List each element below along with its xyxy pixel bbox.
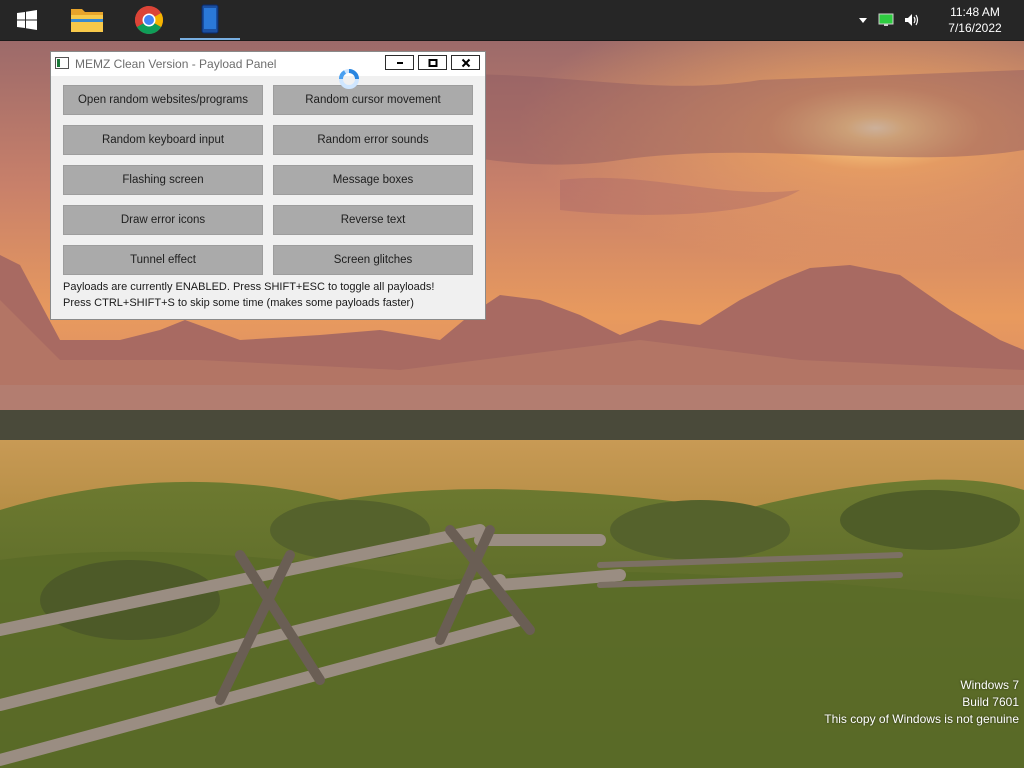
watermark-os: Windows 7 xyxy=(960,678,1019,692)
clock-date: 7/16/2022 xyxy=(948,21,1002,35)
payload-panel-window: MEMZ Clean Version - Payload Panel Open … xyxy=(50,51,486,320)
watermark-genuine-notice: This copy of Windows is not genuine xyxy=(824,712,1019,726)
taskbar-memz-app[interactable] xyxy=(180,0,240,40)
random-cursor-movement-button[interactable]: Random cursor movement xyxy=(273,85,473,115)
random-keyboard-input-button[interactable]: Random keyboard input xyxy=(63,125,263,155)
status-text-enabled: Payloads are currently ENABLED. Press SH… xyxy=(63,281,435,293)
reverse-text-button[interactable]: Reverse text xyxy=(273,205,473,235)
folder-icon xyxy=(71,9,103,32)
watermark-build: Build 7601 xyxy=(962,695,1019,709)
windows-watermark: Windows 7 Build 7601 This copy of Window… xyxy=(824,677,1019,728)
window-app-icon xyxy=(55,57,69,69)
tray-volume[interactable] xyxy=(904,13,920,27)
close-button[interactable] xyxy=(451,55,480,70)
window-title: MEMZ Clean Version - Payload Panel xyxy=(75,57,277,71)
system-tray: 11:48 AM 7/16/2022 xyxy=(858,0,1024,40)
flashing-screen-button[interactable]: Flashing screen xyxy=(63,165,263,195)
clock-time: 11:48 AM xyxy=(950,5,1000,19)
open-random-websites-button[interactable]: Open random websites/programs xyxy=(63,85,263,115)
draw-error-icons-button[interactable]: Draw error icons xyxy=(63,205,263,235)
status-text-skip-time: Press CTRL+SHIFT+S to skip some time (ma… xyxy=(63,297,414,309)
random-error-sounds-button[interactable]: Random error sounds xyxy=(273,125,473,155)
taskbar-file-explorer[interactable] xyxy=(60,0,114,40)
network-icon xyxy=(878,13,894,26)
tray-overflow[interactable] xyxy=(858,16,868,24)
minimize-icon xyxy=(396,61,403,64)
start-button[interactable] xyxy=(0,0,54,40)
desktop[interactable]: 11:48 AM 7/16/2022 MEMZ Clean Version - … xyxy=(0,0,1024,768)
volume-icon xyxy=(905,14,919,26)
busy-cursor-icon xyxy=(338,69,359,89)
taskbar: 11:48 AM 7/16/2022 xyxy=(0,0,1024,41)
tunnel-effect-button[interactable]: Tunnel effect xyxy=(63,245,263,275)
windows-logo-icon xyxy=(17,10,37,30)
chevron-up-icon xyxy=(859,18,867,23)
message-boxes-button[interactable]: Message boxes xyxy=(273,165,473,195)
maximize-icon xyxy=(428,58,437,67)
chrome-icon xyxy=(135,6,163,34)
app-icon xyxy=(201,4,219,34)
title-bar[interactable]: MEMZ Clean Version - Payload Panel xyxy=(51,52,485,76)
tray-network[interactable] xyxy=(878,13,894,27)
maximize-button[interactable] xyxy=(418,55,447,70)
clock[interactable]: 11:48 AM 7/16/2022 xyxy=(930,4,1020,36)
minimize-button[interactable] xyxy=(385,55,414,70)
close-icon xyxy=(461,58,470,67)
taskbar-chrome[interactable] xyxy=(120,0,178,40)
screen-glitches-button[interactable]: Screen glitches xyxy=(273,245,473,275)
